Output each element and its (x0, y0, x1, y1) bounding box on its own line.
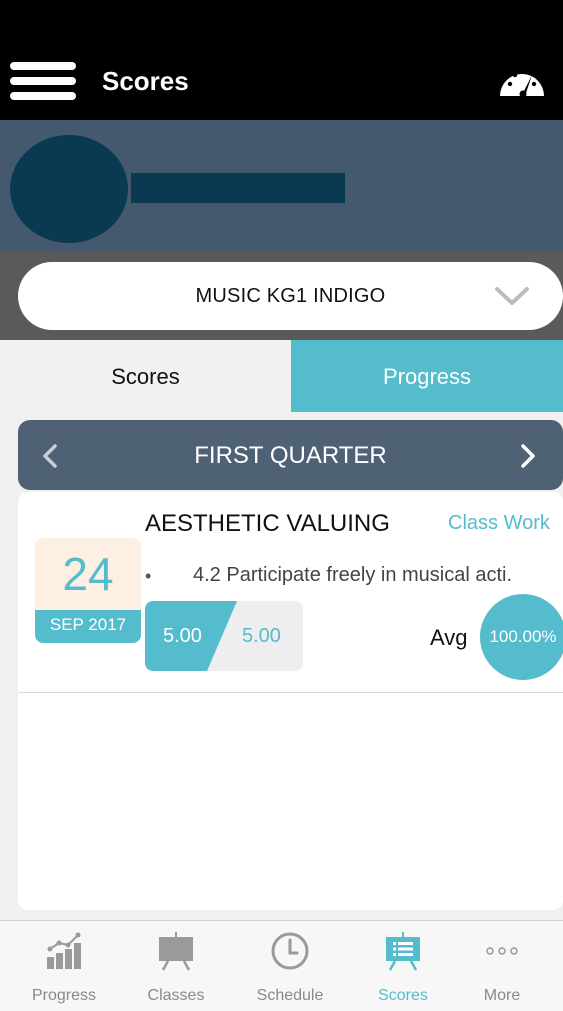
course-dropdown-label: MUSIC KG1 INDIGO (195, 285, 386, 307)
nav-classes[interactable]: Classes (120, 921, 232, 1011)
tab-progress[interactable]: Progress (291, 340, 563, 412)
nav-more[interactable]: More (446, 921, 558, 1011)
score-max: 5.00 (242, 625, 281, 647)
date-day: 24 (35, 538, 141, 610)
nav-progress[interactable]: Progress (8, 921, 120, 1011)
bottom-nav: Progress Classes Schedule Scores More (0, 920, 563, 1011)
assignment-type: Class Work (448, 512, 550, 534)
course-dropdown[interactable]: MUSIC KG1 INDIGO (18, 262, 563, 330)
progress-chart-icon (47, 932, 81, 969)
nav-progress-label: Progress (31, 987, 97, 1004)
nav-more-label: More (483, 987, 521, 1004)
assignment-date: 24 SEP 2017 (35, 538, 141, 643)
more-dots-icon (486, 947, 518, 955)
description-bullet: • (145, 566, 152, 586)
scores-board-icon (386, 932, 420, 971)
avg-label: Avg (430, 625, 468, 650)
tab-scores[interactable]: Scores (0, 340, 291, 412)
menu-icon[interactable] (10, 62, 76, 100)
nav-schedule[interactable]: Schedule (234, 921, 346, 1011)
row-divider (18, 692, 563, 693)
chevron-right-icon[interactable] (518, 442, 538, 470)
chevron-down-icon (495, 287, 529, 305)
dashboard-gauge-icon[interactable] (498, 62, 546, 100)
nav-classes-label: Classes (147, 987, 205, 1004)
avg-badge: 100.00% (480, 594, 563, 680)
tab-bar: Scores Progress (0, 340, 563, 412)
top-bar (0, 0, 563, 120)
period-selector: FIRST QUARTER (18, 420, 563, 490)
nav-scores[interactable]: Scores (347, 921, 459, 1011)
nav-scores-label: Scores (378, 987, 428, 1004)
score-indicator: 5.00 5.00 (145, 601, 303, 671)
assignment-description: 4.2 Participate freely in musical acti. (193, 564, 513, 586)
date-month-year: SEP 2017 (35, 610, 141, 643)
score-value: 5.00 (163, 625, 202, 647)
page-title: Scores (102, 66, 189, 96)
nav-schedule-label: Schedule (256, 987, 324, 1004)
clock-icon (271, 932, 309, 970)
avatar (10, 135, 128, 243)
classes-board-icon (159, 932, 193, 971)
assignment-title[interactable]: AESTHETIC VALUING (145, 510, 390, 538)
student-name-redacted (131, 173, 345, 203)
period-label: FIRST QUARTER (194, 442, 387, 469)
